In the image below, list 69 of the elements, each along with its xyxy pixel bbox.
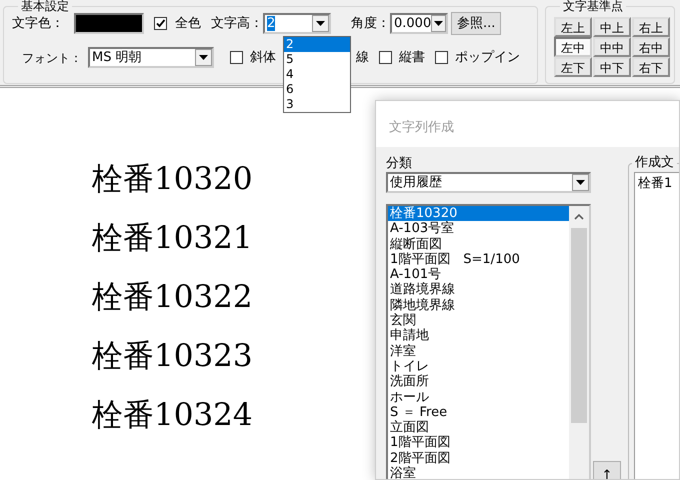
text-area[interactable]: 栓番1 [634, 172, 679, 479]
list-item[interactable]: 2階平面図 [388, 450, 571, 466]
checkbox[interactable] [379, 51, 392, 64]
list-item[interactable]: トイレ [388, 358, 571, 374]
anchor-button[interactable]: 右下 [632, 57, 670, 77]
checkbox-label: 斜体 [250, 48, 276, 67]
list-item[interactable]: 浴室 [388, 466, 571, 479]
dropdown-option[interactable]: 6 [284, 82, 350, 97]
list-item[interactable]: 1階平面図 [388, 435, 571, 451]
caret-icon[interactable] [195, 49, 212, 66]
group-title: 文字基準点 [560, 0, 626, 13]
font-select[interactable]: MS 明朝 [88, 47, 214, 68]
reference-button[interactable]: 参照... [451, 12, 502, 35]
checkbox-label: 縦書 [399, 48, 425, 67]
color-swatch[interactable] [74, 13, 144, 34]
canvas-text: 栓番10321 [92, 219, 253, 258]
checkbox[interactable] [230, 51, 243, 64]
list-item[interactable]: ホール [388, 390, 571, 405]
canvas-text: 栓番10324 [92, 396, 253, 435]
caret-icon[interactable] [431, 15, 446, 32]
list-item[interactable]: A-103号室 [388, 221, 571, 237]
field-label: 文字色： [12, 14, 64, 33]
anchor-button[interactable]: 右中 [632, 37, 670, 57]
checkbox-label: ポップイン [455, 48, 520, 67]
list-item[interactable]: 1階平面図 S=1/100 [388, 252, 571, 268]
up-button[interactable]: ↑ [593, 461, 621, 479]
list-item[interactable]: 洋室 [388, 344, 571, 359]
dropdown-option[interactable]: 2 [284, 37, 350, 52]
dialog-title: 文字列作成 [376, 101, 679, 147]
canvas-text: 栓番10322 [92, 278, 253, 317]
anchor-button[interactable]: 中下 [593, 57, 631, 77]
list-item[interactable]: 隣地境界線 [388, 298, 571, 314]
category-select[interactable]: 使用履歴 [386, 172, 591, 193]
canvas-text: 栓番10323 [92, 337, 253, 376]
group-title: 基本設定 [18, 0, 72, 13]
field-label: 文字高： [211, 14, 263, 33]
list-item[interactable]: 洗面所 [388, 374, 571, 390]
anchor-button[interactable]: 左中 [554, 37, 592, 57]
list-item[interactable]: S ＝ Free [388, 404, 571, 420]
anchor-button[interactable]: 左上 [554, 17, 592, 37]
checkbox[interactable] [154, 17, 167, 30]
anchor-button[interactable]: 中中 [593, 37, 631, 57]
field-label: 角度： [351, 14, 390, 33]
checkbox-label: 全色 [175, 14, 201, 33]
list-item[interactable]: 縦断面図 [388, 236, 571, 252]
checkbox-label: 線 [356, 48, 369, 67]
caret-icon[interactable] [312, 15, 329, 32]
field-label: 分類 [386, 155, 412, 173]
caret-icon[interactable] [572, 174, 589, 191]
angle-select[interactable]: 0.000 [390, 13, 448, 34]
scroll-up-icon[interactable] [574, 214, 584, 220]
group-title: 作成文 [632, 156, 677, 170]
dropdown-option[interactable]: 3 [284, 97, 350, 112]
canvas-text: 栓番10320 [92, 160, 253, 199]
list-item[interactable]: 玄関 [388, 313, 571, 328]
scrollbar[interactable] [569, 206, 589, 479]
list-item[interactable]: A-101号 [388, 267, 571, 282]
list-item[interactable]: 立面図 [388, 420, 571, 436]
text-height-select[interactable]: 2 [263, 13, 331, 34]
list-item[interactable]: 道路境界線 [388, 282, 571, 298]
anchor-button[interactable]: 右上 [632, 17, 670, 37]
field-label: フォント： [22, 50, 82, 66]
list-item[interactable]: 栓番10320 [388, 206, 571, 222]
anchor-button[interactable]: 左下 [554, 57, 592, 77]
dropdown-option[interactable]: 4 [284, 67, 350, 82]
checkbox[interactable] [435, 51, 448, 64]
anchor-button[interactable]: 中上 [593, 17, 631, 37]
list-item[interactable]: 申請地 [388, 328, 571, 344]
dropdown-option[interactable]: 5 [284, 52, 350, 67]
